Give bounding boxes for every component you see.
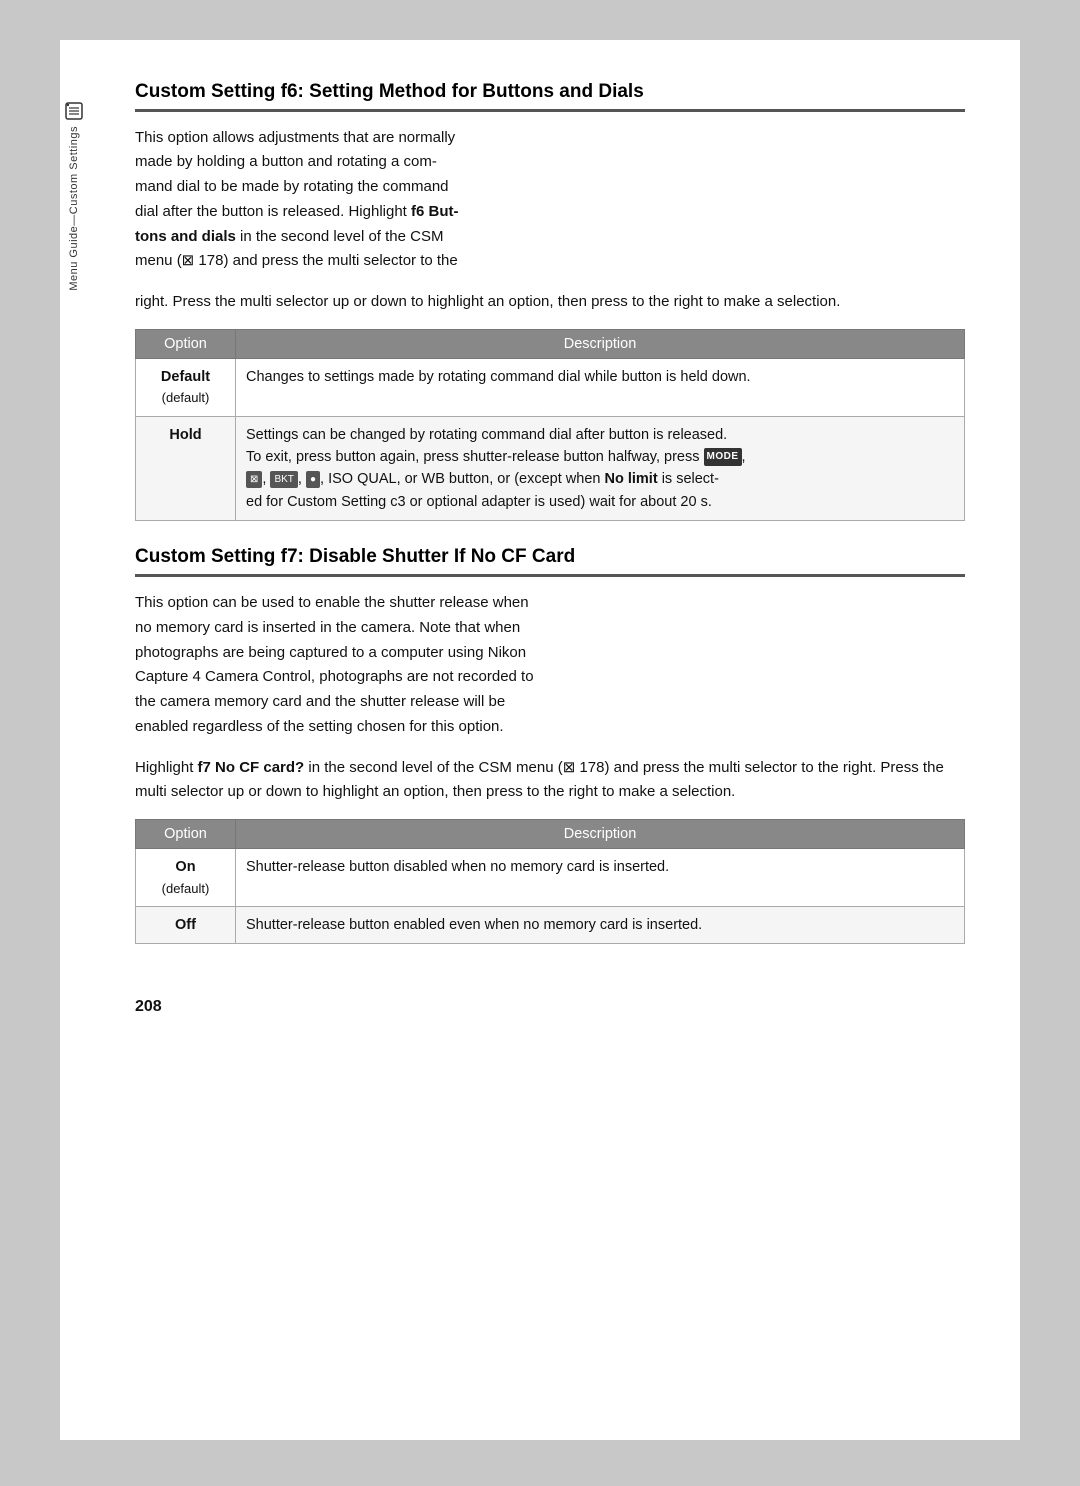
f6-row2-desc: Settings can be changed by rotating comm… bbox=[236, 416, 965, 521]
section-f7-heading: Custom Setting f7: Disable Shutter If No… bbox=[135, 545, 965, 577]
page-wrapper: Menu Guide—Custom Settings Custom Settin… bbox=[0, 0, 1080, 1486]
f7-row2-desc: Shutter-release button enabled even when… bbox=[236, 906, 965, 943]
table-row: Hold Settings can be changed by rotating… bbox=[136, 416, 965, 521]
main-content: Custom Setting f6: Setting Method for Bu… bbox=[135, 80, 965, 1016]
f7-heading-rest: Disable Shutter If No CF Card bbox=[304, 546, 575, 567]
f6-row1-desc: Changes to settings made by rotating com… bbox=[236, 358, 965, 416]
f6-intro-left: This option allows adjustments that are … bbox=[135, 126, 475, 275]
sidebar-text: Menu Guide—Custom Settings bbox=[67, 126, 81, 291]
f6-table: Option Description Default(default) Chan… bbox=[135, 329, 965, 521]
f7-highlight-para: Highlight f7 No CF card? in the second l… bbox=[135, 756, 965, 806]
f6-intro-note bbox=[475, 126, 965, 275]
f7-intro-col2 bbox=[555, 591, 965, 740]
f6-row2-option: Hold bbox=[136, 416, 236, 521]
table-row: Off Shutter-release button enabled even … bbox=[136, 906, 965, 943]
f7-row1-option: On(default) bbox=[136, 849, 236, 907]
f7-table-header-desc: Description bbox=[236, 820, 965, 849]
sidebar-label: Menu Guide—Custom Settings bbox=[60, 100, 88, 1380]
f7-table-header-option: Option bbox=[136, 820, 236, 849]
book-page: Menu Guide—Custom Settings Custom Settin… bbox=[60, 40, 1020, 1440]
f7-heading-bold: Custom Setting f7: bbox=[135, 546, 304, 567]
f6-heading-rest: Setting Method for Buttons and Dials bbox=[304, 81, 644, 102]
f6-table-header-desc: Description bbox=[236, 329, 965, 358]
f6-table-header-option: Option bbox=[136, 329, 236, 358]
f6-intro-full: right. Press the multi selector up or do… bbox=[135, 290, 965, 315]
section-f6-heading: Custom Setting f6: Setting Method for Bu… bbox=[135, 80, 965, 112]
f7-intro-twocol: This option can be used to enable the sh… bbox=[135, 591, 965, 740]
table-row: On(default) Shutter-release button disab… bbox=[136, 849, 965, 907]
f7-table: Option Description On(default) Shutter-r… bbox=[135, 819, 965, 944]
f7-intro-col1: This option can be used to enable the sh… bbox=[135, 591, 545, 740]
page-number: 208 bbox=[135, 968, 965, 1016]
menu-icon bbox=[63, 100, 85, 122]
f7-row1-desc: Shutter-release button disabled when no … bbox=[236, 849, 965, 907]
table-row: Default(default) Changes to settings mad… bbox=[136, 358, 965, 416]
f6-heading-bold: Custom Setting f6: bbox=[135, 81, 304, 102]
f6-row1-option: Default(default) bbox=[136, 358, 236, 416]
f7-row2-option: Off bbox=[136, 906, 236, 943]
